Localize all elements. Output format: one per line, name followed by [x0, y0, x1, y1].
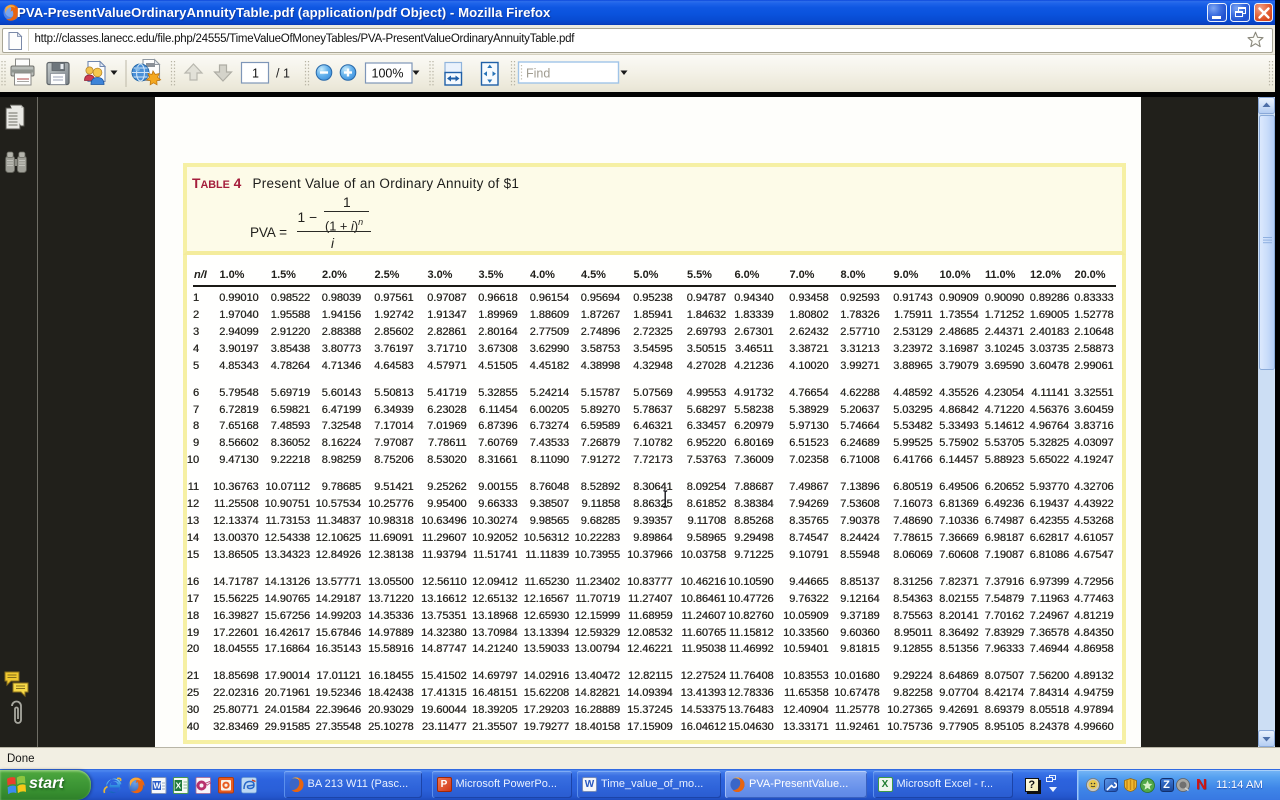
- svg-text:Find: Find: [526, 67, 550, 81]
- svg-text:/ 1: / 1: [276, 67, 290, 81]
- svg-text:W: W: [153, 782, 161, 791]
- svg-text:X: X: [176, 781, 182, 791]
- svg-text:100%: 100%: [372, 67, 404, 81]
- svg-text:1: 1: [252, 67, 259, 81]
